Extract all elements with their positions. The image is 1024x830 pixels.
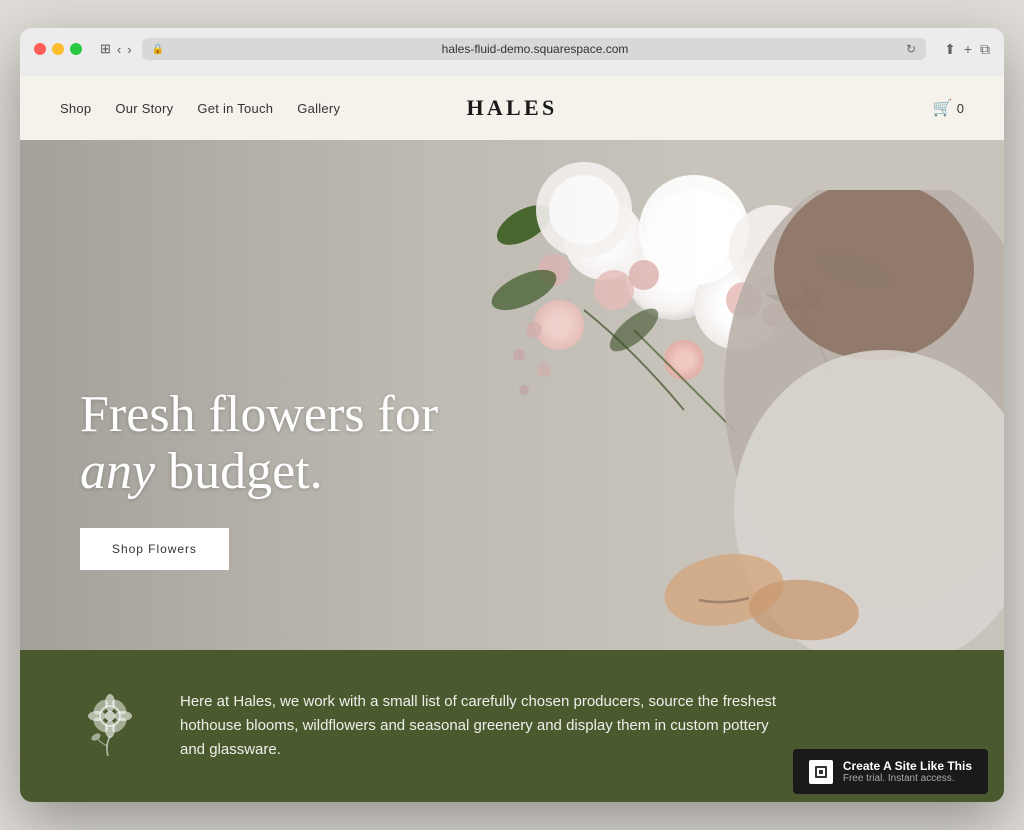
shop-flowers-button[interactable]: Shop Flowers — [80, 528, 229, 570]
browser-tab-bar — [34, 68, 990, 76]
hero-line-2-italic: any — [80, 443, 155, 500]
lock-icon: 🔒 — [152, 44, 164, 55]
share-icon[interactable]: ⬆ — [944, 41, 956, 58]
nav-our-story[interactable]: Our Story — [115, 101, 173, 116]
hero-content: Fresh flowers for any budget. Shop Flowe… — [80, 386, 438, 570]
reload-icon[interactable]: ↻ — [906, 42, 916, 56]
hero-line-2-rest: budget. — [155, 443, 323, 500]
address-bar[interactable]: 🔒 hales-fluid-demo.squarespace.com ↻ — [142, 38, 926, 60]
browser-actions: ⬆ + ⧉ — [944, 41, 990, 58]
badge-title: Create A Site Like This — [843, 759, 972, 773]
browser-chrome: ⊞ ‹ › 🔒 hales-fluid-demo.squarespace.com… — [20, 28, 1004, 76]
flower-emblem — [80, 691, 140, 761]
site-logo[interactable]: HALES — [466, 95, 557, 121]
nav-links: Shop Our Story Get in Touch Gallery — [60, 101, 340, 116]
nav-get-in-touch[interactable]: Get in Touch — [197, 101, 273, 116]
site-wrapper: Shop Our Story Get in Touch Gallery HALE… — [20, 76, 1004, 802]
site-nav: Shop Our Story Get in Touch Gallery HALE… — [20, 76, 1004, 140]
traffic-lights — [34, 43, 82, 55]
url-text: hales-fluid-demo.squarespace.com — [170, 42, 900, 56]
tab-overview-icon[interactable]: ⧉ — [980, 41, 990, 58]
squarespace-badge-text: Create A Site Like This Free trial. Inst… — [843, 759, 972, 784]
new-tab-icon[interactable]: + — [964, 41, 972, 57]
squarespace-badge-icon — [809, 760, 833, 784]
browser-window: ⊞ ‹ › 🔒 hales-fluid-demo.squarespace.com… — [20, 28, 1004, 802]
cart-icon: 🛒 — [933, 98, 953, 118]
nav-shop[interactable]: Shop — [60, 101, 91, 116]
cart-button[interactable]: 🛒 0 — [933, 98, 964, 118]
hero-section: Fresh flowers for any budget. Shop Flowe… — [20, 140, 1004, 650]
sidebar-toggle-icon[interactable]: ⊞ — [100, 41, 111, 57]
squarespace-badge[interactable]: Create A Site Like This Free trial. Inst… — [793, 749, 988, 794]
chevron-left-icon[interactable]: ‹ — [117, 42, 121, 57]
minimize-button[interactable] — [52, 43, 64, 55]
browser-top-bar: ⊞ ‹ › 🔒 hales-fluid-demo.squarespace.com… — [34, 38, 990, 60]
badge-subtitle: Free trial. Instant access. — [843, 773, 972, 784]
emblem-svg — [80, 691, 140, 761]
squarespace-logo — [813, 764, 829, 780]
close-button[interactable] — [34, 43, 46, 55]
chevron-right-icon[interactable]: › — [127, 42, 131, 57]
hero-line-1: Fresh flowers for — [80, 386, 438, 443]
nav-gallery[interactable]: Gallery — [297, 101, 340, 116]
cart-count: 0 — [957, 101, 964, 116]
window-controls: ⊞ ‹ › — [100, 41, 132, 57]
hero-headline: Fresh flowers for any budget. — [80, 386, 438, 500]
info-body-text: Here at Hales, we work with a small list… — [180, 690, 780, 762]
fullscreen-button[interactable] — [70, 43, 82, 55]
